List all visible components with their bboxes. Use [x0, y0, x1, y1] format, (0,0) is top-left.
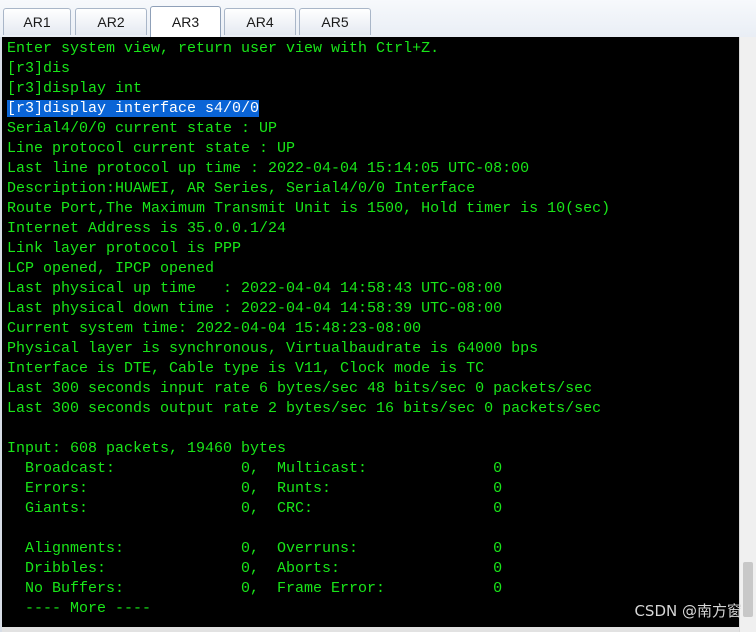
terminal-line: Description:HUAWEI, AR Series, Serial4/0…: [7, 179, 610, 199]
tab-ar2[interactable]: AR2: [75, 8, 147, 35]
terminal-line-text: Broadcast: 0, Multicast: 0: [7, 460, 503, 477]
terminal-line: No Buffers: 0, Frame Error: 0: [7, 579, 610, 599]
terminal-line-text: Internet Address is 35.0.0.1/24: [7, 220, 287, 237]
terminal-line: Giants: 0, CRC: 0: [7, 499, 610, 519]
terminal-line-text: Route Port,The Maximum Transmit Unit is …: [7, 200, 611, 217]
terminal-line-text: Last 300 seconds input rate 6 bytes/sec …: [7, 380, 593, 397]
terminal-line: Route Port,The Maximum Transmit Unit is …: [7, 199, 610, 219]
device-tab-bar: AR1 AR2 AR3 AR4 AR5: [0, 0, 756, 38]
terminal-line: Last line protocol up time : 2022-04-04 …: [7, 159, 610, 179]
tab-ar4[interactable]: AR4: [224, 8, 296, 35]
terminal-line-text: [r3]dis: [7, 60, 71, 77]
vertical-scrollbar[interactable]: [739, 37, 756, 632]
terminal-line-text: Serial4/0/0 current state : UP: [7, 120, 278, 137]
terminal-line: [r3]display interface s4/0/0: [7, 99, 610, 119]
terminal-line-text: LCP opened, IPCP opened: [7, 260, 215, 277]
terminal-line-text: Last physical down time : 2022-04-04 14:…: [7, 300, 503, 317]
terminal-line: Interface is DTE, Cable type is V11, Clo…: [7, 359, 610, 379]
terminal-line-text: Link layer protocol is PPP: [7, 240, 242, 257]
terminal-line-text: Errors: 0, Runts: 0: [7, 480, 503, 497]
highlighted-command: [r3]display interface s4/0/0: [7, 100, 260, 117]
scrollbar-thumb[interactable]: [743, 562, 753, 617]
terminal-line: Enter system view, return user view with…: [7, 39, 610, 59]
watermark: CSDN @南方窗: [634, 602, 742, 620]
terminal-line: Errors: 0, Runts: 0: [7, 479, 610, 499]
terminal-line-text: Giants: 0, CRC: 0: [7, 500, 503, 517]
terminal-output[interactable]: Enter system view, return user view with…: [0, 37, 756, 632]
terminal-line-text: No Buffers: 0, Frame Error: 0: [7, 580, 503, 597]
terminal-line: [r3]dis: [7, 59, 610, 79]
terminal-line: Alignments: 0, Overruns: 0: [7, 539, 610, 559]
terminal-line-text: Input: 608 packets, 19460 bytes: [7, 440, 287, 457]
terminal-line: LCP opened, IPCP opened: [7, 259, 610, 279]
terminal-line: Input: 608 packets, 19460 bytes: [7, 439, 610, 459]
terminal-line-text: Interface is DTE, Cable type is V11, Clo…: [7, 360, 485, 377]
tab-ar3[interactable]: AR3: [150, 6, 221, 37]
terminal-line: Dribbles: 0, Aborts: 0: [7, 559, 610, 579]
tab-ar1[interactable]: AR1: [3, 8, 71, 35]
terminal-line: Last physical up time : 2022-04-04 14:58…: [7, 279, 610, 299]
terminal-line: Last 300 seconds input rate 6 bytes/sec …: [7, 379, 610, 399]
tab-ar5[interactable]: AR5: [299, 8, 371, 35]
terminal-line-text: [r3]display int: [7, 80, 143, 97]
terminal-line-text: Physical layer is synchronous, Virtualba…: [7, 340, 539, 357]
terminal-line-text: Line protocol current state : UP: [7, 140, 296, 157]
terminal-line: Link layer protocol is PPP: [7, 239, 610, 259]
terminal-line-text: Last line protocol up time : 2022-04-04 …: [7, 160, 530, 177]
terminal-line: ---- More ----: [7, 599, 610, 619]
horizontal-scrollbar[interactable]: [2, 627, 739, 632]
terminal-line-text: Enter system view, return user view with…: [7, 40, 440, 57]
terminal-line: [r3]display int: [7, 79, 610, 99]
terminal-line-text: Description:HUAWEI, AR Series, Serial4/0…: [7, 180, 476, 197]
terminal-line-text: Alignments: 0, Overruns: 0: [7, 540, 503, 557]
terminal-line: Line protocol current state : UP: [7, 139, 610, 159]
terminal-line: Broadcast: 0, Multicast: 0: [7, 459, 610, 479]
terminal-line: Current system time: 2022-04-04 15:48:23…: [7, 319, 610, 339]
terminal-line-text: Dribbles: 0, Aborts: 0: [7, 560, 503, 577]
terminal-line: Last 300 seconds output rate 2 bytes/sec…: [7, 399, 610, 419]
terminal-line-text: Current system time: 2022-04-04 15:48:23…: [7, 320, 422, 337]
terminal-line: Physical layer is synchronous, Virtualba…: [7, 339, 610, 359]
terminal-line: Internet Address is 35.0.0.1/24: [7, 219, 610, 239]
terminal-lines: Enter system view, return user view with…: [7, 39, 610, 619]
terminal-line-text: Last physical up time : 2022-04-04 14:58…: [7, 280, 503, 297]
terminal-window: AR1 AR2 AR3 AR4 AR5 Enter system view, r…: [0, 0, 756, 632]
terminal-line-text: Last 300 seconds output rate 2 bytes/sec…: [7, 400, 602, 417]
terminal-line: Serial4/0/0 current state : UP: [7, 119, 610, 139]
terminal-line: Last physical down time : 2022-04-04 14:…: [7, 299, 610, 319]
terminal-line-text: ---- More ----: [7, 600, 152, 617]
